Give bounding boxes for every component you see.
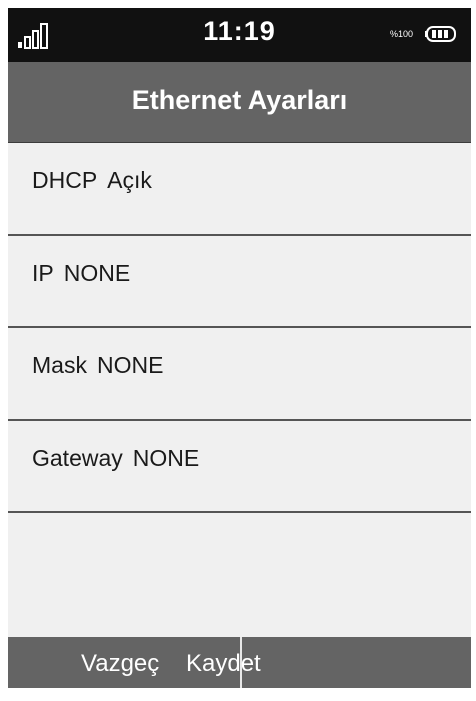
setting-row-ip[interactable]: IP NONE — [8, 236, 471, 328]
title-bar: Ethernet Ayarları — [8, 62, 471, 143]
bottom-action-bar: Vazgeç Kaydet — [8, 637, 471, 688]
status-bar: 11:19 %100 — [8, 8, 471, 62]
setting-value: NONE — [63, 260, 131, 286]
setting-row-dhcp[interactable]: DHCP Açık — [8, 143, 471, 236]
setting-label: DHCP — [32, 167, 98, 193]
save-button[interactable]: Kaydet — [186, 650, 261, 678]
setting-value: Açık — [107, 167, 152, 193]
page-title: Ethernet Ayarları — [131, 85, 348, 115]
battery-full-icon — [425, 26, 456, 42]
setting-value: NONE — [96, 352, 164, 378]
setting-row-gateway[interactable]: Gateway NONE — [8, 421, 471, 513]
phone-screen: 11:19 %100 Ethernet Ayarları DHCP Açık IP… — [8, 8, 471, 688]
cancel-button[interactable]: Vazgeç — [81, 650, 159, 678]
setting-label: IP — [32, 260, 54, 286]
setting-row-mask[interactable]: Mask NONE — [8, 328, 471, 421]
setting-label: Gateway — [32, 445, 123, 471]
battery-percent: %100 — [390, 29, 414, 39]
setting-value: NONE — [132, 445, 200, 471]
setting-label: Mask — [32, 352, 87, 378]
